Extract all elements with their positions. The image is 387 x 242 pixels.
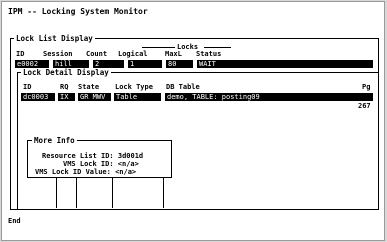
col-header-maxl: MaxL: [165, 50, 182, 58]
detail-header-rq: RQ: [60, 83, 69, 91]
detail-header-pg: Pg: [362, 83, 371, 91]
detail-header-lock-type: Lock Type: [115, 83, 153, 91]
detail-header-db-table: DB Table: [166, 83, 200, 91]
lock-list-legend: Lock List Display: [14, 34, 95, 43]
lock-row-status[interactable]: WAIT: [197, 60, 373, 68]
detail-header-state: State: [78, 83, 100, 91]
col-header-count: Count: [86, 50, 108, 58]
status-line: End: [8, 217, 21, 225]
detail-row-db-table[interactable]: demo, TABLE: posting09: [165, 93, 373, 101]
col-header-status: Status: [196, 50, 222, 58]
detail-row-lock-type[interactable]: Table: [114, 93, 161, 101]
terminal-screen: IPM -- Locking System Monitor Lock List …: [1, 1, 385, 241]
lock-detail-legend: Lock Detail Display: [21, 68, 111, 77]
lock-row-maxl[interactable]: 80: [166, 60, 193, 68]
lock-row-count[interactable]: 2: [93, 60, 124, 68]
locks-group-line-right: [204, 47, 231, 48]
more-info-legend: More Info: [32, 136, 77, 145]
detail-row-id[interactable]: dc0003: [21, 93, 55, 101]
detail-header-id: ID: [23, 83, 32, 91]
locks-group-line-left: [142, 47, 175, 48]
lock-row-session[interactable]: hill: [53, 60, 89, 68]
detail-row-pg: 267: [358, 102, 371, 110]
col-header-logical: Logical: [118, 50, 148, 58]
col-header-session: Session: [43, 50, 73, 58]
window-title: IPM -- Locking System Monitor: [8, 7, 148, 16]
lock-row-logical[interactable]: 1: [128, 60, 162, 68]
detail-row-rq[interactable]: IX: [58, 93, 75, 101]
vms-lock-id-value: VMS Lock ID Value: <n/a>: [35, 168, 137, 176]
col-header-id: ID: [16, 50, 25, 58]
lock-row-id[interactable]: e0002: [15, 60, 49, 68]
detail-row-state[interactable]: GR MWV: [78, 93, 111, 101]
